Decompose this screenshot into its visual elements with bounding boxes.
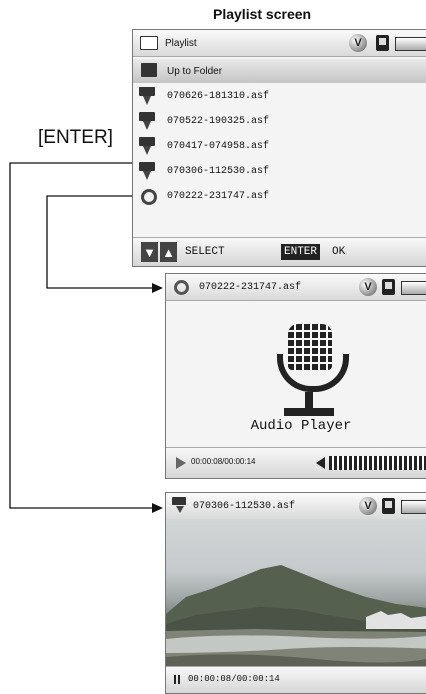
battery-icon xyxy=(401,500,426,514)
video-titlebar: 070306-112530.asf V xyxy=(166,493,426,520)
folder-icon xyxy=(140,36,158,50)
video-filename: 070306-112530.asf xyxy=(193,500,296,512)
down-arrow-button[interactable]: ▼ xyxy=(141,242,158,262)
video-frame xyxy=(166,519,426,667)
memory-card-icon xyxy=(382,498,395,514)
video-camera-icon xyxy=(172,497,190,515)
up-to-folder-row[interactable]: Up to Folder xyxy=(133,59,426,83)
battery-icon xyxy=(395,37,426,51)
playlist-footer: ▼ ▲ SELECT ENTER OK xyxy=(133,237,426,266)
battery-icon xyxy=(401,281,426,295)
audio-titlebar: 070222-231747.asf V xyxy=(166,274,426,301)
file-name: 070626-181310.asf xyxy=(167,90,270,102)
microphone-icon xyxy=(274,324,349,424)
list-item[interactable]: 070222-231747.asf xyxy=(133,184,426,208)
arrowhead-audio xyxy=(152,283,163,293)
audio-controls: 00:00:08/00:00:14 xyxy=(166,447,426,478)
up-to-folder-label: Up to Folder xyxy=(167,65,223,77)
audio-player-screen: 070222-231747.asf V Audio Player 00:00:0… xyxy=(165,273,426,479)
audio-player-label: Audio Player xyxy=(250,418,352,434)
file-name: 070222-231747.asf xyxy=(167,190,270,202)
playlist-title: Playlist xyxy=(165,37,197,49)
v-badge: V xyxy=(349,34,367,52)
memory-card-icon xyxy=(376,35,389,51)
pause-icon[interactable] xyxy=(174,675,180,684)
select-label: SELECT xyxy=(185,246,225,258)
speaker-icon xyxy=(316,457,325,469)
audio-time: 00:00:08/00:00:14 xyxy=(191,457,256,466)
landscape-image xyxy=(166,565,426,667)
video-camera-icon xyxy=(139,162,157,180)
play-icon[interactable] xyxy=(176,457,186,469)
enter-key-badge: ENTER xyxy=(281,244,321,260)
file-name: 070417-074958.asf xyxy=(167,140,270,152)
playlist-screen: Playlist V Up to Folder 070626-181310.as… xyxy=(132,29,426,267)
memory-card-icon xyxy=(382,279,395,295)
playlist-titlebar: Playlist V xyxy=(133,30,426,57)
audio-magnifier-icon xyxy=(174,280,189,295)
arrowhead-video xyxy=(152,503,163,513)
video-controls: 00:00:08/00:00:14 xyxy=(166,666,426,693)
audio-magnifier-icon xyxy=(141,189,157,205)
v-badge: V xyxy=(359,497,377,515)
video-camera-icon xyxy=(139,87,157,105)
video-time: 00:00:08/00:00:14 xyxy=(188,674,280,684)
file-name: 070306-112530.asf xyxy=(167,165,270,177)
video-camera-icon xyxy=(139,112,157,130)
video-player-screen: 070306-112530.asf V 00:00:08/00:00:14 xyxy=(165,492,426,694)
video-camera-icon xyxy=(139,137,157,155)
audio-filename: 070222-231747.asf xyxy=(199,281,302,293)
v-badge: V xyxy=(359,278,377,296)
list-item[interactable]: 070522-190325.asf xyxy=(133,109,426,133)
list-item[interactable]: 070417-074958.asf xyxy=(133,134,426,158)
ok-label: OK xyxy=(332,246,346,258)
volume-bar[interactable] xyxy=(329,456,426,470)
up-folder-icon xyxy=(141,63,157,77)
file-name: 070522-190325.asf xyxy=(167,115,270,127)
list-item[interactable]: 070626-181310.asf xyxy=(133,84,426,108)
list-item[interactable]: 070306-112530.asf xyxy=(133,159,426,183)
up-arrow-button[interactable]: ▲ xyxy=(160,242,177,262)
